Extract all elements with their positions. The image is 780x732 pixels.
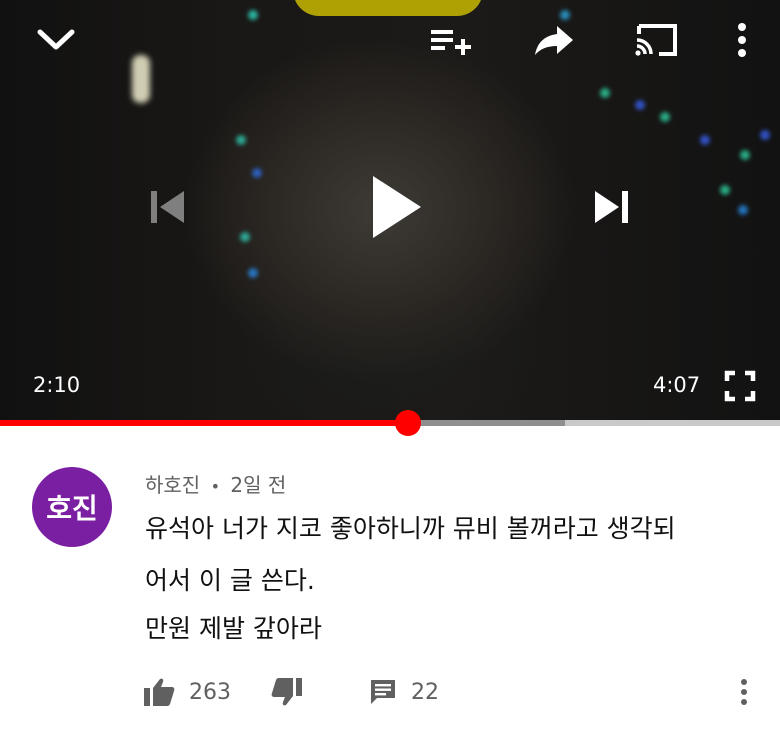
comment-text-line: 만원 제발 갚아라 xyxy=(145,614,322,643)
seek-scrubber[interactable] xyxy=(394,410,421,436)
skip-previous-icon xyxy=(146,186,188,228)
video-frame-light xyxy=(240,232,250,242)
fullscreen-icon[interactable] xyxy=(722,368,758,404)
more-vertical-icon[interactable] xyxy=(728,20,756,60)
video-frame-light xyxy=(700,135,710,145)
video-frame-light xyxy=(740,150,750,160)
like-action: 263 xyxy=(143,675,231,709)
video-frame-light xyxy=(635,100,645,110)
like-count: 263 xyxy=(189,679,231,705)
video-frame-light xyxy=(600,88,610,98)
chevron-down-icon[interactable] xyxy=(34,22,78,58)
skip-next-icon[interactable] xyxy=(591,186,633,228)
video-frame-light xyxy=(560,10,570,20)
comment-text-line: 어서 이 글 쓴다. xyxy=(145,566,315,595)
seek-bar[interactable] xyxy=(0,420,780,426)
comment-icon[interactable] xyxy=(369,678,397,706)
video-frame-hat xyxy=(293,0,483,16)
avatar[interactable]: 호진 xyxy=(32,467,112,547)
played-bar xyxy=(0,420,408,426)
playlist-add-icon[interactable] xyxy=(428,24,474,58)
video-frame-light xyxy=(760,130,770,140)
cast-icon[interactable] xyxy=(632,21,680,59)
thumbs-up-icon[interactable] xyxy=(143,677,175,707)
video-frame-light xyxy=(248,10,258,20)
video-player[interactable]: 2:10 4:07 xyxy=(0,0,780,424)
video-frame-light xyxy=(248,268,258,278)
video-frame-light xyxy=(738,205,748,215)
video-frame-light xyxy=(720,185,730,195)
dislike-action[interactable] xyxy=(271,675,303,709)
meta-separator: • xyxy=(210,477,220,496)
reply-count: 22 xyxy=(411,679,439,705)
share-icon[interactable] xyxy=(532,22,576,58)
video-frame-light xyxy=(236,135,246,145)
comment-text-line: 유석아 너가 지코 좋아하니까 뮤비 볼꺼라고 생각되 xyxy=(145,514,676,543)
current-time: 2:10 xyxy=(33,373,81,397)
more-vertical-icon[interactable] xyxy=(734,676,754,708)
comment-time: 2일 전 xyxy=(230,473,287,497)
duration: 4:07 xyxy=(653,373,701,397)
video-frame-light xyxy=(252,168,262,178)
video-frame-light xyxy=(660,112,670,122)
reply-action[interactable]: 22 xyxy=(369,675,439,709)
thumbs-down-icon[interactable] xyxy=(271,677,303,707)
comment-meta: 하호진 • 2일 전 xyxy=(145,469,286,498)
comment-author[interactable]: 하호진 xyxy=(145,473,200,497)
play-icon[interactable] xyxy=(366,172,426,242)
video-frame-light xyxy=(132,55,150,103)
